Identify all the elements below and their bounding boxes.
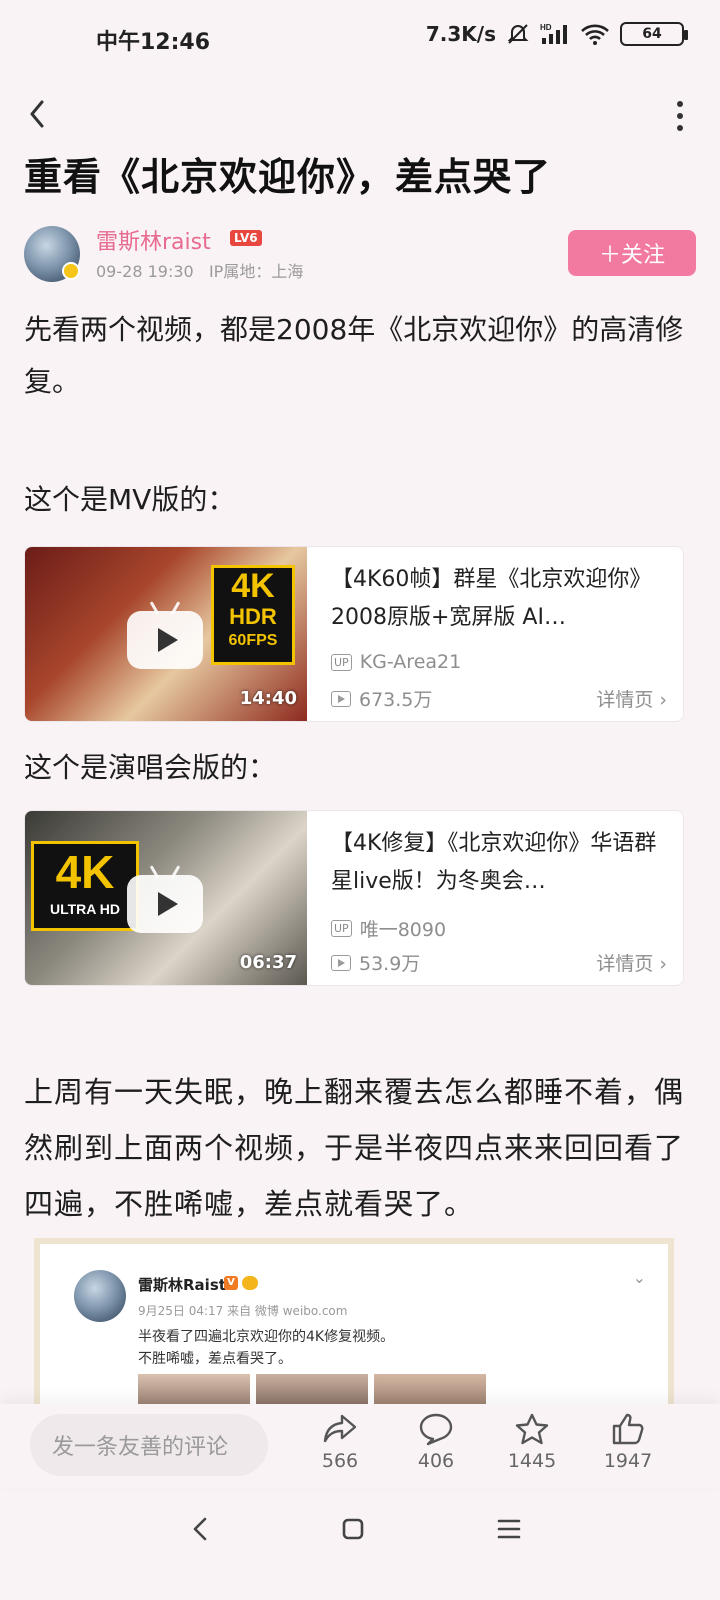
play-button-icon[interactable]: [127, 875, 203, 933]
4k-ultra-hd-badge: 4K ULTRA HD: [31, 841, 139, 931]
favorite-count: 1445: [507, 1450, 557, 1472]
vip-crown-icon: [242, 1276, 258, 1290]
verified-badge-icon: [62, 262, 80, 280]
share-icon: [323, 1414, 357, 1443]
video-thumbnail[interactable]: 4K ULTRA HD 06:37: [25, 811, 307, 985]
thumbs-up-icon: [612, 1413, 644, 1445]
favorite-button[interactable]: 1445: [497, 1412, 567, 1472]
concert-label: 这个是演唱会版的：: [24, 751, 277, 784]
video-thumbnail[interactable]: 4K HDR 60FPS 14:40: [25, 547, 307, 721]
comment-input[interactable]: 发一条友善的评论: [30, 1414, 268, 1476]
verified-v-icon: V: [224, 1276, 238, 1290]
embed-line-1: 半夜看了四遍北京欢迎你的4K修复视频。: [138, 1329, 395, 1345]
mv-label: 这个是MV版的：: [24, 483, 236, 516]
badge-uhd-text: ULTRA HD: [50, 901, 120, 917]
video-uploader: UP KG-Area21: [331, 651, 461, 673]
badge-4k-text: 4K: [231, 567, 275, 605]
article-title: 重看《北京欢迎你》，差点哭了: [24, 155, 552, 199]
play-count-icon: [331, 690, 351, 707]
top-bar: [0, 90, 720, 138]
svg-text:HD: HD: [540, 23, 552, 32]
video-uploader: UP 唯一8090: [331, 915, 446, 942]
system-nav-bar: [0, 1492, 720, 1600]
status-time: 中午12:46: [96, 30, 211, 55]
embed-text: 半夜看了四遍北京欢迎你的4K修复视频。 不胜唏嘘，差点看哭了。: [138, 1326, 618, 1370]
video-views: 673.5万: [331, 685, 432, 712]
detail-page-link[interactable]: 详情页 ›: [596, 949, 667, 976]
video-card-mv[interactable]: 4K HDR 60FPS 14:40 【4K60帧】群星《北京欢迎你》2008原…: [24, 546, 684, 722]
author-name[interactable]: 雷斯林raist: [96, 224, 211, 256]
status-icons: 7.3K/s HD 64: [425, 22, 688, 46]
video-views: 53.9万: [331, 949, 420, 976]
video-title[interactable]: 【4K修复】《北京欢迎你》华语群星live版！为冬奥会…: [331, 825, 661, 901]
badge-hdr-text: HDR: [229, 604, 277, 629]
network-speed: 7.3K/s: [425, 22, 496, 46]
body-paragraph: 上周有一天失眠，晚上翻来覆去怎么都睡不着，偶然刷到上面两个视频，于是半夜四点来来…: [24, 1075, 685, 1221]
wifi-icon: [580, 22, 610, 46]
comment-button[interactable]: 406: [401, 1412, 471, 1472]
video-duration: 06:37: [239, 952, 297, 973]
badge-fps-text: 60FPS: [228, 632, 278, 649]
back-arrow-icon[interactable]: [22, 94, 62, 134]
badge-4k-text: 4K: [55, 846, 115, 898]
embed-avatar: [74, 1270, 126, 1322]
embed-author-name: 雷斯林Raist: [138, 1276, 226, 1294]
follow-button[interactable]: ＋关注: [568, 230, 696, 276]
up-icon: UP: [331, 920, 352, 937]
chevron-down-icon: ⌄: [632, 1268, 646, 1287]
more-vertical-icon[interactable]: [670, 96, 690, 136]
ip-location: IP属地：上海: [208, 262, 304, 281]
mute-bell-icon: [506, 22, 530, 46]
signal-icon: HD: [540, 22, 570, 46]
share-button[interactable]: 566: [305, 1412, 375, 1472]
nav-menu-icon[interactable]: [494, 1514, 524, 1548]
nav-back-icon[interactable]: [186, 1514, 216, 1548]
level-badge: LV6: [230, 230, 262, 246]
comment-count: 406: [417, 1450, 455, 1472]
like-count: 1947: [603, 1450, 653, 1472]
video-card-concert[interactable]: 4K ULTRA HD 06:37 【4K修复】《北京欢迎你》华语群星live版…: [24, 810, 684, 986]
play-count-icon: [331, 954, 351, 971]
uploader-name: KG-Area21: [359, 651, 462, 673]
like-button[interactable]: 1947: [593, 1412, 663, 1472]
star-icon: [515, 1413, 549, 1445]
post-date: 09-28 19:30: [96, 262, 194, 281]
4k-hdr-badge: 4K HDR 60FPS: [211, 565, 295, 665]
bottom-action-bar: 发一条友善的评论 566 406 1445 1947: [0, 1404, 720, 1488]
video-duration: 14:40: [239, 688, 297, 709]
embed-line-2: 不胜唏嘘，差点看哭了。: [138, 1351, 292, 1367]
view-count: 673.5万: [359, 689, 433, 711]
battery-icon: 64: [620, 22, 688, 46]
nav-home-icon[interactable]: [338, 1514, 368, 1548]
play-button-icon[interactable]: [127, 611, 203, 669]
status-bar: 中午12:46 7.3K/s HD 64: [0, 0, 720, 80]
view-count: 53.9万: [359, 953, 421, 975]
author-row: 雷斯林raist LV6 09-28 19:30 IP属地：上海 ＋关注: [24, 224, 696, 286]
video-title[interactable]: 【4K60帧】群星《北京欢迎你》2008原版+宽屏版 AI…: [331, 561, 661, 637]
share-count: 566: [321, 1450, 359, 1472]
comment-bubble-icon: [419, 1413, 453, 1446]
detail-page-link[interactable]: 详情页 ›: [596, 685, 667, 712]
author-meta: 09-28 19:30 IP属地：上海: [96, 258, 303, 282]
embed-meta: 9月25日 04:17 来自 微博 weibo.com: [138, 1304, 348, 1318]
up-icon: UP: [331, 653, 352, 671]
intro-paragraph: 先看两个视频，都是2008年《北京欢迎你》的高清修复。: [24, 313, 684, 398]
uploader-name: 唯一8090: [359, 919, 447, 941]
